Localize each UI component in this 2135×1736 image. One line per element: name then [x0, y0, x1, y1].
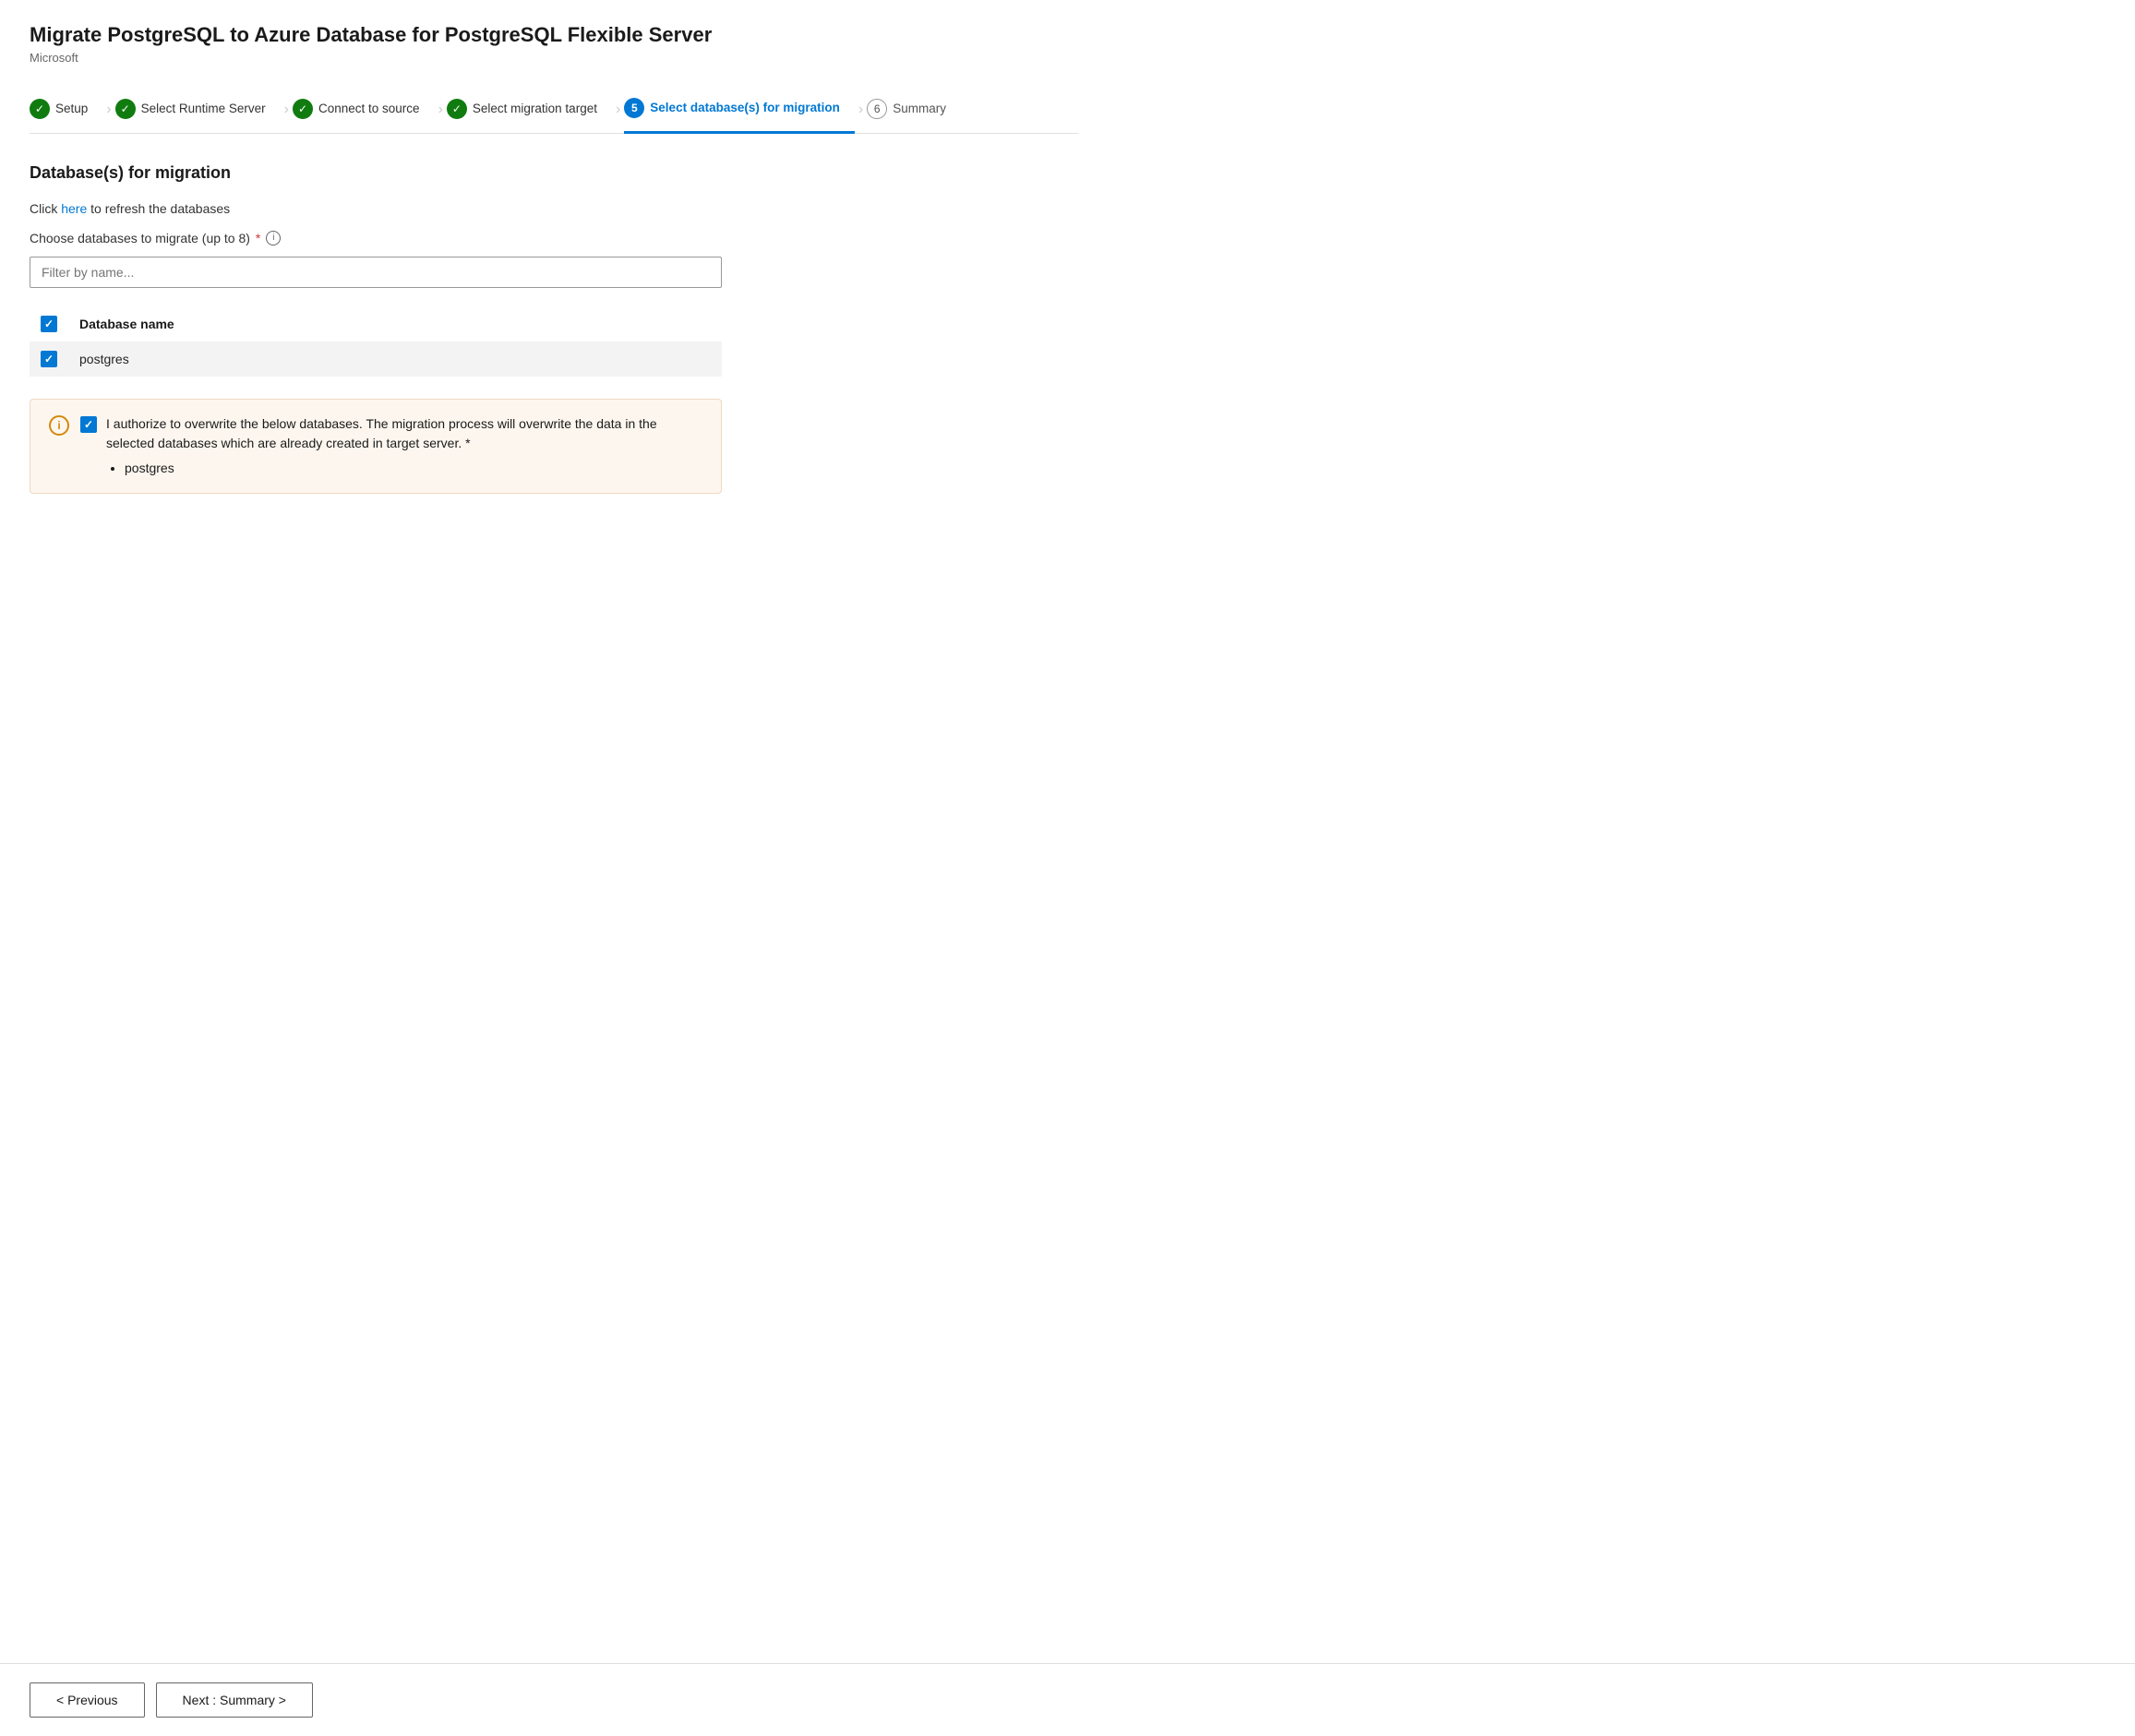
auth-checkbox[interactable] — [80, 416, 97, 433]
sep-4: › — [612, 102, 624, 118]
select-all-checkbox[interactable] — [41, 316, 57, 332]
step-runtime-icon: ✓ — [115, 99, 136, 119]
info-icon: i — [266, 231, 281, 245]
authorization-box: i I authorize to overwrite the below dat… — [30, 399, 722, 494]
auth-db-item: postgres — [125, 459, 702, 478]
step-db-label: Select database(s) for migration — [650, 101, 840, 114]
table-body: postgres — [30, 341, 722, 377]
auth-content: I authorize to overwrite the below datab… — [80, 414, 702, 478]
auth-warning-icon: i — [49, 415, 69, 436]
sep-1: › — [102, 102, 114, 118]
step-select-databases[interactable]: 5 Select database(s) for migration — [624, 87, 855, 134]
step-connect-source[interactable]: ✓ Connect to source — [293, 88, 435, 132]
step-connect-icon: ✓ — [293, 99, 313, 119]
auth-text-main: I authorize to overwrite the below datab… — [106, 416, 657, 450]
sep-5: › — [855, 102, 867, 118]
row-checkbox-postgres[interactable] — [41, 351, 57, 367]
sep-2: › — [281, 102, 293, 118]
step-connect-label: Connect to source — [318, 102, 420, 115]
table-row: postgres — [30, 341, 722, 377]
step-migration-target[interactable]: ✓ Select migration target — [447, 88, 612, 132]
step-db-icon: 5 — [624, 98, 644, 118]
step-target-icon: ✓ — [447, 99, 467, 119]
auth-db-list: postgres — [125, 459, 702, 478]
row-dbname-postgres: postgres — [68, 341, 722, 377]
sep-3: › — [435, 102, 447, 118]
refresh-text-prefix: Click — [30, 201, 57, 216]
app-subtitle: Microsoft — [30, 51, 1078, 65]
database-table: Database name postgres — [30, 306, 722, 377]
filter-input[interactable] — [30, 257, 722, 288]
step-summary-label: Summary — [893, 102, 946, 115]
table-header: Database name — [30, 306, 722, 341]
section-title: Database(s) for migration — [30, 163, 1078, 183]
auth-text-block: I authorize to overwrite the below datab… — [106, 414, 702, 478]
refresh-link[interactable]: here — [61, 201, 87, 216]
step-runtime-label: Select Runtime Server — [141, 102, 266, 115]
refresh-line: Click here to refresh the databases — [30, 201, 1078, 216]
footer: < Previous Next : Summary > — [0, 1663, 2135, 1736]
app-title: Migrate PostgreSQL to Azure Database for… — [30, 22, 1078, 49]
previous-button[interactable]: < Previous — [30, 1682, 145, 1718]
app-header: Migrate PostgreSQL to Azure Database for… — [30, 22, 1078, 65]
step-target-label: Select migration target — [473, 102, 597, 115]
step-summary-icon: 6 — [867, 99, 887, 119]
next-button[interactable]: Next : Summary > — [156, 1682, 313, 1718]
step-runtime-server[interactable]: ✓ Select Runtime Server — [115, 88, 281, 132]
wizard-stepper: ✓ Setup › ✓ Select Runtime Server › ✓ Co… — [30, 87, 1078, 134]
row-checkbox-cell — [30, 341, 68, 377]
choose-label-text: Choose databases to migrate (up to 8) — [30, 231, 250, 245]
choose-label: Choose databases to migrate (up to 8) * … — [30, 231, 1078, 245]
column-header-dbname: Database name — [68, 306, 722, 341]
step-setup-icon: ✓ — [30, 99, 50, 119]
step-setup[interactable]: ✓ Setup — [30, 88, 102, 132]
header-checkbox-cell — [30, 306, 68, 341]
refresh-text-suffix: to refresh the databases — [90, 201, 230, 216]
required-star: * — [256, 231, 260, 245]
step-setup-label: Setup — [55, 102, 88, 115]
step-summary[interactable]: 6 Summary — [867, 88, 961, 132]
